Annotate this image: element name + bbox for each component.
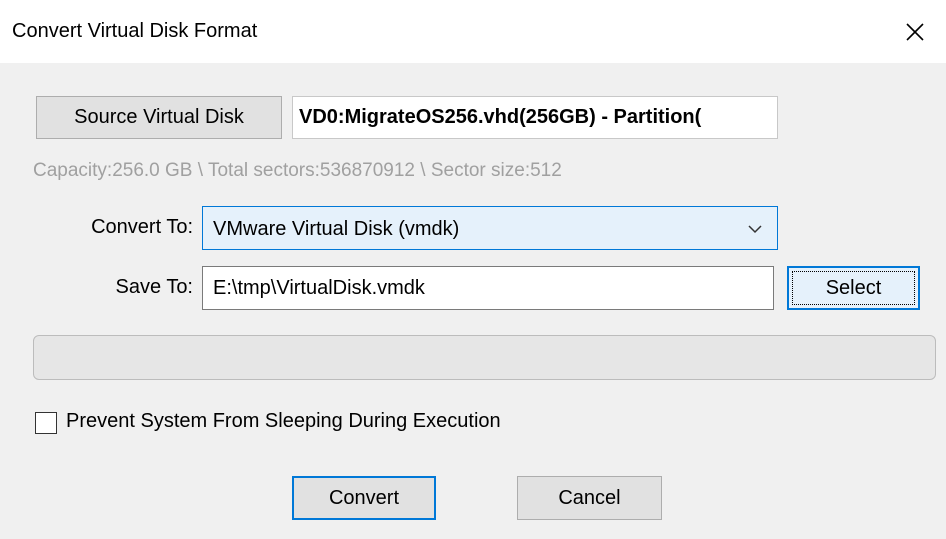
close-button[interactable] xyxy=(884,0,946,63)
chevron-down-icon xyxy=(748,225,762,234)
cancel-button[interactable]: Cancel xyxy=(517,476,662,520)
convert-to-label: Convert To: xyxy=(91,216,193,238)
convert-button[interactable]: Convert xyxy=(292,476,436,520)
select-button[interactable]: Select xyxy=(787,266,920,310)
title-bar: Convert Virtual Disk Format xyxy=(0,0,946,63)
dialog-title: Convert Virtual Disk Format xyxy=(12,20,258,42)
save-to-path-input[interactable] xyxy=(202,266,774,310)
prevent-sleep-checkbox[interactable] xyxy=(35,412,57,434)
source-virtual-disk-button[interactable]: Source Virtual Disk xyxy=(36,96,282,139)
close-icon xyxy=(906,22,924,41)
prevent-sleep-label[interactable]: Prevent System From Sleeping During Exec… xyxy=(66,410,501,433)
save-to-label: Save To: xyxy=(115,276,193,298)
progress-bar xyxy=(33,335,936,380)
disk-info-text: Capacity:256.0 GB \ Total sectors:536870… xyxy=(33,160,562,181)
convert-virtual-disk-dialog: Convert Virtual Disk Format Source Virtu… xyxy=(0,0,946,539)
convert-to-selected-value: VMware Virtual Disk (vmdk) xyxy=(213,218,460,240)
select-button-label: Select xyxy=(792,271,915,305)
convert-to-dropdown[interactable]: VMware Virtual Disk (vmdk) xyxy=(202,206,778,250)
source-disk-display: VD0:MigrateOS256.vhd(256GB) - Partition( xyxy=(292,96,778,139)
